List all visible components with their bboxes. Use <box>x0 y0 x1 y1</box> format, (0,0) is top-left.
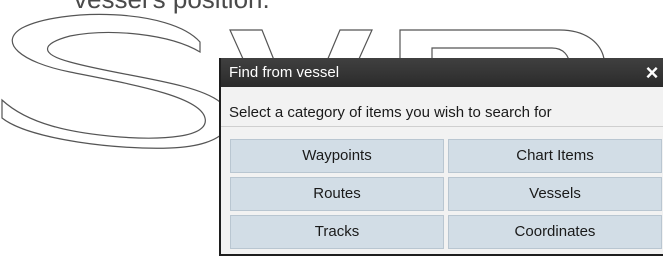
prompt-divider <box>221 126 663 127</box>
coordinates-button[interactable]: Coordinates <box>448 215 662 249</box>
tracks-button[interactable]: Tracks <box>230 215 444 249</box>
chart-items-button[interactable]: Chart Items <box>448 139 662 173</box>
waypoints-button[interactable]: Waypoints <box>230 139 444 173</box>
dialog-titlebar: Find from vessel × <box>221 58 663 87</box>
find-from-vessel-dialog: Find from vessel × Select a category of … <box>219 58 663 256</box>
vessels-button[interactable]: Vessels <box>448 177 662 211</box>
routes-button[interactable]: Routes <box>230 177 444 211</box>
category-prompt: Select a category of items you wish to s… <box>229 104 552 121</box>
dialog-title: Find from vessel <box>229 64 340 81</box>
close-icon[interactable]: × <box>641 58 663 87</box>
